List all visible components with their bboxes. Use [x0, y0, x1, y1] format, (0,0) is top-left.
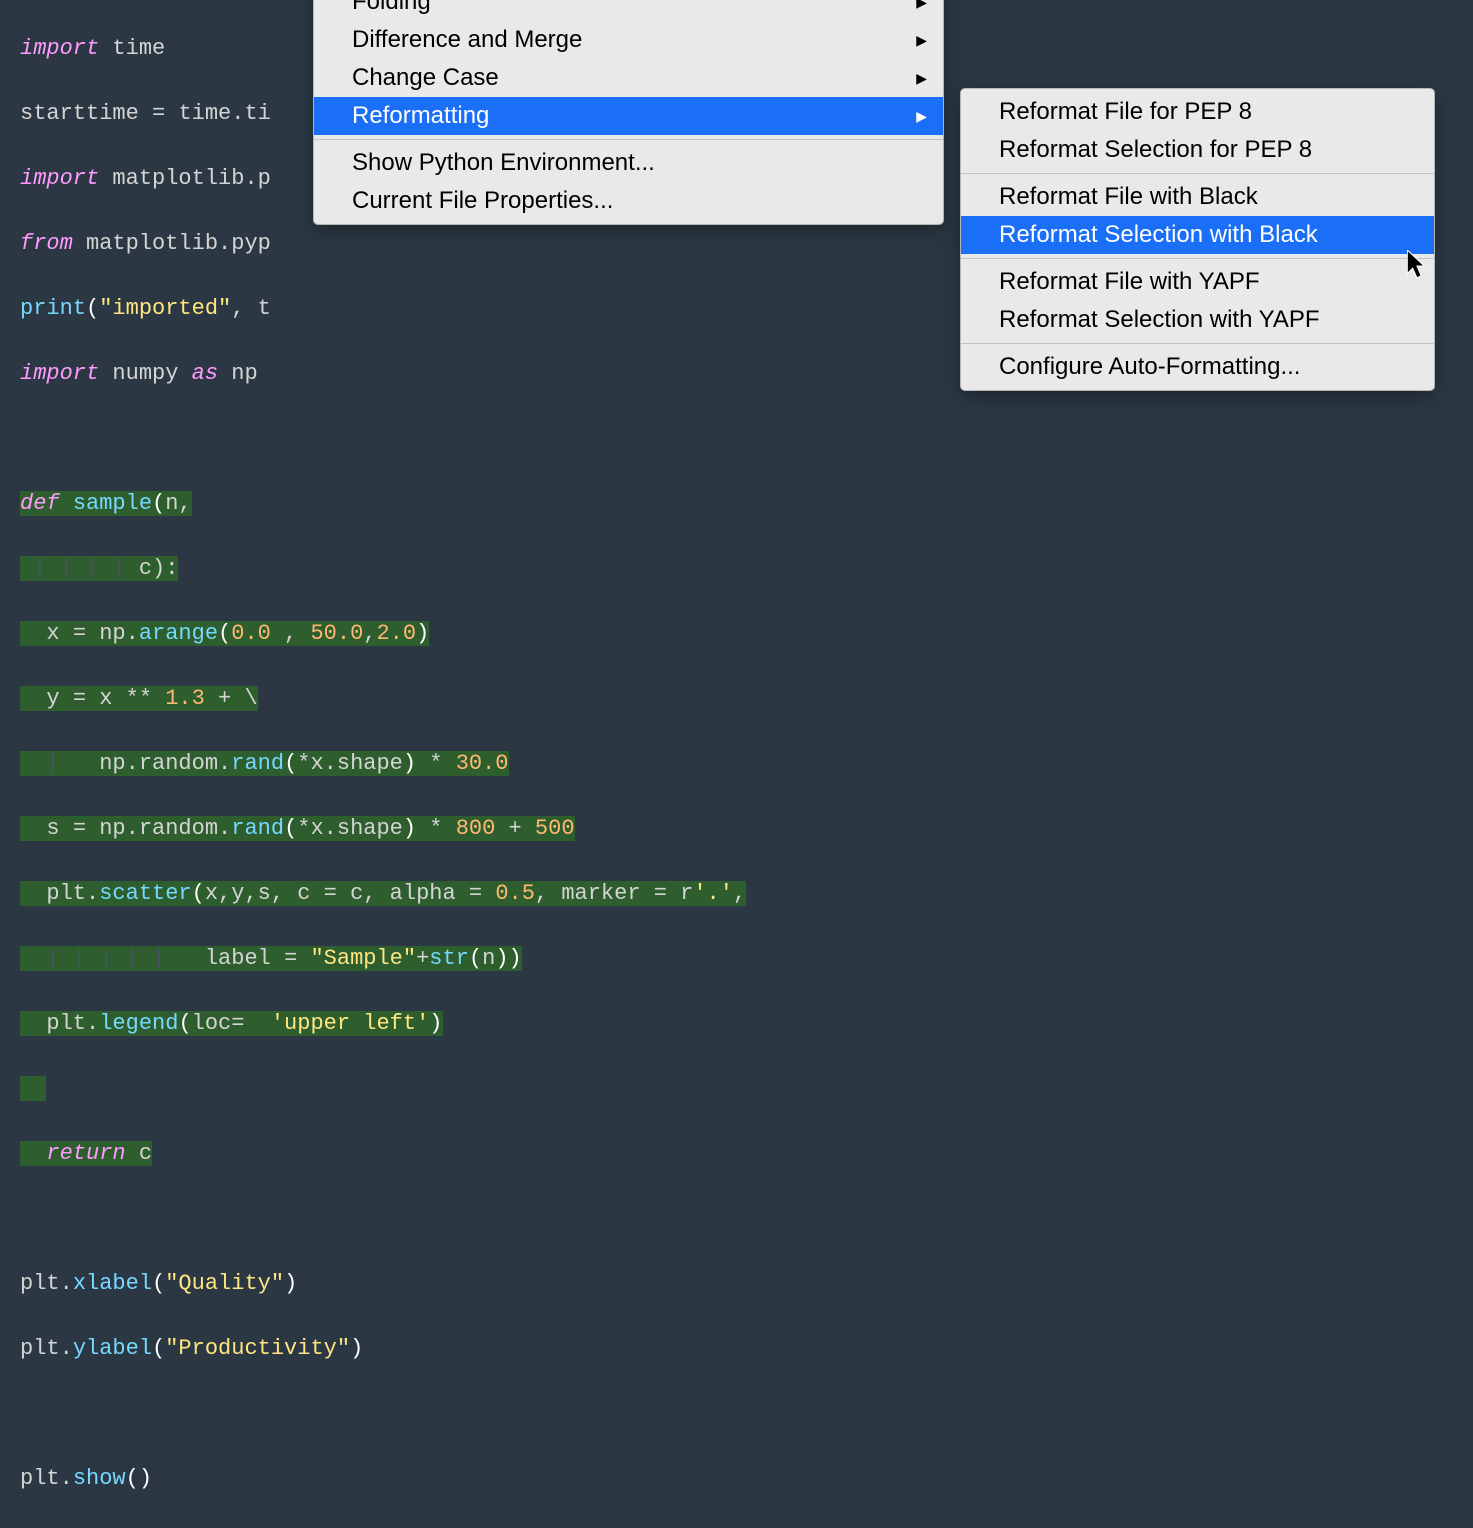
menu-item-reformat-selection-black[interactable]: Reformat Selection with Black [961, 216, 1434, 254]
code-line: import numpy as np [20, 358, 746, 391]
menu-item-reformat-selection-yapf[interactable]: Reformat Selection with YAPF [961, 301, 1434, 339]
menu-item-label: Reformat Selection for PEP 8 [999, 136, 1312, 164]
code-line: | np.random.rand(*x.shape) * 30.0 [20, 748, 746, 781]
menu-item-reformat-file-pep8[interactable]: Reformat File for PEP 8 [961, 93, 1434, 131]
menu-item-reformat-file-yapf[interactable]: Reformat File with YAPF [961, 263, 1434, 301]
code-line: plt.scatter(x,y,s, c = c, alpha = 0.5, m… [20, 878, 746, 911]
code-line: plt.ylabel("Productivity") [20, 1333, 746, 1366]
code-line: x = np.arange(0.0 , 50.0,2.0) [20, 618, 746, 651]
code-line [20, 1073, 746, 1106]
chevron-right-icon: ▶ [916, 108, 927, 125]
context-menu-submenu-reformatting: Reformat File for PEP 8 Reformat Selecti… [960, 88, 1435, 391]
menu-item-label: Configure Auto-Formatting... [999, 353, 1300, 381]
menu-item-reformat-file-black[interactable]: Reformat File with Black [961, 178, 1434, 216]
menu-item-current-file-properties[interactable]: Current File Properties... [314, 182, 943, 220]
menu-item-folding[interactable]: Folding ▶ [314, 0, 943, 21]
code-line: from matplotlib.pyp [20, 228, 746, 261]
menu-separator [961, 173, 1434, 174]
menu-separator [961, 343, 1434, 344]
menu-item-change-case[interactable]: Change Case ▶ [314, 59, 943, 97]
code-editor[interactable]: import time starttime = time.ti import m… [20, 0, 746, 1528]
code-line [20, 1203, 746, 1236]
chevron-right-icon: ▶ [916, 0, 927, 11]
code-line: y = x ** 1.3 + \ [20, 683, 746, 716]
chevron-right-icon: ▶ [916, 32, 927, 49]
chevron-right-icon: ▶ [916, 70, 927, 87]
menu-item-label: Difference and Merge [352, 26, 582, 54]
code-line: print("imported", t [20, 293, 746, 326]
menu-item-configure-auto-formatting[interactable]: Configure Auto-Formatting... [961, 348, 1434, 386]
menu-item-label: Reformat Selection with YAPF [999, 306, 1320, 334]
menu-item-reformatting[interactable]: Reformatting ▶ [314, 97, 943, 135]
menu-item-label: Reformat File for PEP 8 [999, 98, 1252, 126]
menu-separator [314, 139, 943, 140]
menu-item-label: Reformat File with YAPF [999, 268, 1260, 296]
menu-item-label: Folding [352, 0, 431, 16]
menu-item-label: Reformat File with Black [999, 183, 1258, 211]
code-line [20, 423, 746, 456]
menu-separator [961, 258, 1434, 259]
context-menu-primary: Folding ▶ Difference and Merge ▶ Change … [313, 0, 944, 225]
menu-item-label: Show Python Environment... [352, 149, 655, 177]
menu-item-label: Current File Properties... [352, 187, 613, 215]
code-line: s = np.random.rand(*x.shape) * 800 + 500 [20, 813, 746, 846]
menu-item-label: Change Case [352, 64, 499, 92]
code-line: | | | | | label = "Sample"+str(n)) [20, 943, 746, 976]
menu-item-reformat-selection-pep8[interactable]: Reformat Selection for PEP 8 [961, 131, 1434, 169]
code-line: return c [20, 1138, 746, 1171]
menu-item-label: Reformatting [352, 102, 489, 130]
code-line: plt.show() [20, 1463, 746, 1496]
code-line [20, 1398, 746, 1431]
menu-item-difference-merge[interactable]: Difference and Merge ▶ [314, 21, 943, 59]
code-line: plt.xlabel("Quality") [20, 1268, 746, 1301]
code-line: | | | | c): [20, 553, 746, 586]
code-line: plt.legend(loc= 'upper left') [20, 1008, 746, 1041]
menu-item-label: Reformat Selection with Black [999, 221, 1318, 249]
menu-item-show-python-environment[interactable]: Show Python Environment... [314, 144, 943, 182]
code-line: def sample(n, [20, 488, 746, 521]
